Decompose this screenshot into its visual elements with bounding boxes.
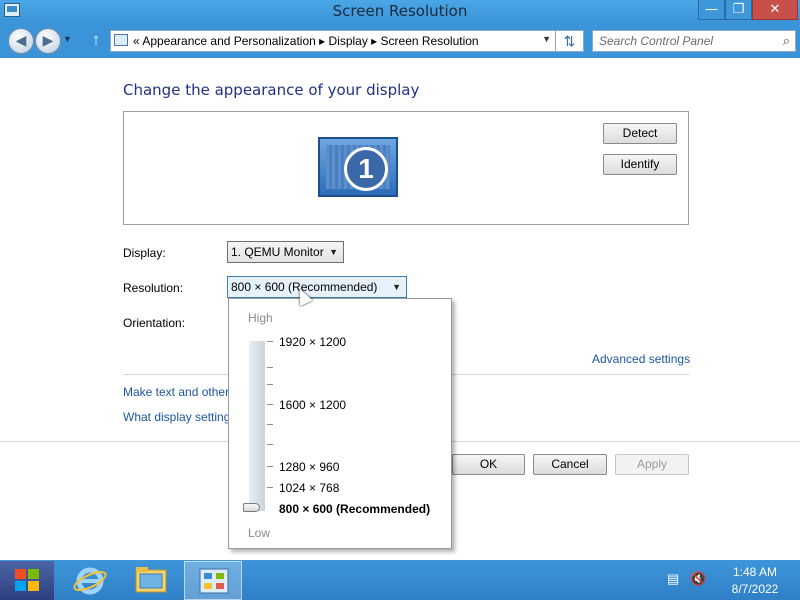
close-button[interactable]: ✕: [752, 0, 798, 20]
resolution-dropdown-popup[interactable]: High 1920 × 1200 1600 × 1200 1280 × 960 …: [228, 298, 452, 549]
resolution-slider-track[interactable]: [249, 341, 265, 511]
control-panel-icon: [199, 568, 229, 594]
clock-time[interactable]: 1:48 AM: [715, 565, 795, 579]
taskbar-file-explorer[interactable]: [125, 562, 177, 599]
control-panel-icon: [114, 34, 128, 46]
network-icon[interactable]: ▤: [667, 571, 683, 587]
resolution-option-selected[interactable]: 800 × 600 (Recommended): [279, 502, 430, 516]
resolution-option[interactable]: 1024 × 768: [279, 481, 339, 495]
slider-tick: [267, 466, 273, 467]
clock-date[interactable]: 8/7/2022: [715, 582, 795, 596]
forward-button[interactable]: ▶: [35, 28, 61, 54]
resolution-slider-thumb[interactable]: [243, 503, 260, 512]
start-button[interactable]: [0, 561, 54, 600]
chevron-down-icon: ▼: [392, 282, 401, 292]
slider-tick: [267, 424, 273, 425]
resolution-option[interactable]: 1600 × 1200: [279, 398, 346, 412]
advanced-settings-link[interactable]: Advanced settings: [592, 352, 690, 366]
internet-explorer-icon: [73, 567, 107, 595]
taskbar-control-panel[interactable]: [184, 561, 242, 600]
slider-tick: [267, 384, 273, 385]
monitor-screen: 1: [326, 145, 390, 191]
address-bar[interactable]: « Appearance and Personalization ▸ Displ…: [110, 30, 556, 52]
ok-button[interactable]: OK: [452, 454, 525, 475]
resolution-select[interactable]: 800 × 600 (Recommended) ▼: [227, 276, 407, 298]
minimize-button[interactable]: —: [698, 0, 725, 20]
breadcrumb[interactable]: « Appearance and Personalization ▸ Displ…: [133, 34, 479, 48]
resolution-label: Resolution:: [123, 281, 184, 295]
resolution-option[interactable]: 1920 × 1200: [279, 335, 346, 349]
windows-logo-icon: [15, 569, 39, 591]
refresh-icon: ⇅: [563, 33, 576, 49]
forward-arrow-icon: ▶: [42, 32, 54, 48]
refresh-button[interactable]: ⇅: [556, 30, 584, 52]
resolution-option[interactable]: 1280 × 960: [279, 460, 339, 474]
identify-button[interactable]: Identify: [603, 154, 677, 175]
recent-pages-dropdown-icon[interactable]: ▼: [63, 34, 72, 44]
detect-button[interactable]: Detect: [603, 123, 677, 144]
monitor-1-icon[interactable]: 1: [318, 137, 398, 197]
search-input[interactable]: [599, 33, 769, 49]
orientation-label: Orientation:: [123, 316, 186, 330]
display-select[interactable]: 1. QEMU Monitor ▼: [227, 241, 344, 263]
apply-button[interactable]: Apply: [615, 454, 689, 475]
back-arrow-icon: ◀: [15, 32, 27, 48]
cancel-button[interactable]: Cancel: [533, 454, 607, 475]
slider-tick: [267, 444, 273, 445]
high-label: High: [248, 311, 273, 325]
address-dropdown-icon[interactable]: ▼: [542, 34, 551, 44]
taskbar-internet-explorer[interactable]: [67, 562, 113, 599]
display-label: Display:: [123, 246, 166, 260]
volume-muted-icon[interactable]: 🔇: [690, 571, 706, 587]
up-arrow-icon[interactable]: ↑: [86, 30, 106, 50]
file-explorer-icon: [135, 567, 167, 593]
back-button[interactable]: ◀: [8, 28, 34, 54]
text-size-link[interactable]: Make text and other: [123, 385, 229, 399]
display-settings-help-link[interactable]: What display setting: [123, 410, 230, 424]
display-select-value: 1. QEMU Monitor: [231, 245, 324, 259]
search-icon[interactable]: ⌕: [783, 33, 790, 49]
slider-tick: [267, 487, 273, 488]
monitor-number: 1: [344, 147, 388, 191]
window-title: Screen Resolution: [332, 2, 468, 20]
slider-tick: [267, 404, 273, 405]
chevron-down-icon: ▼: [329, 247, 338, 257]
slider-tick: [267, 341, 273, 342]
page-title: Change the appearance of your display: [123, 81, 420, 99]
slider-tick: [267, 367, 273, 368]
maximize-button[interactable]: ❐: [725, 0, 752, 20]
low-label: Low: [248, 526, 271, 540]
search-box[interactable]: ⌕: [592, 30, 796, 52]
